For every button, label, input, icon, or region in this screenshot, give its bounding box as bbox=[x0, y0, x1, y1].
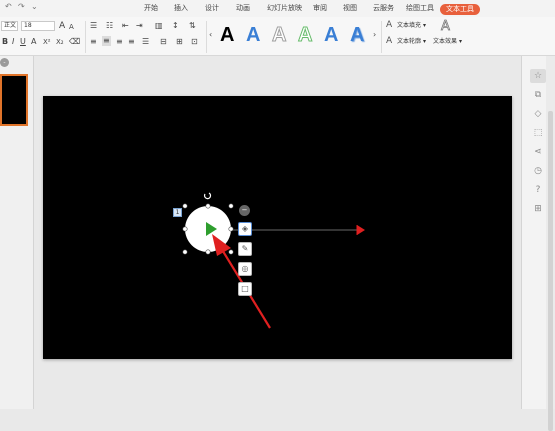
vertical-scrollbar[interactable] bbox=[546, 56, 555, 431]
property-icon[interactable]: ☆ bbox=[530, 69, 546, 83]
collapse-toolbar-icon[interactable]: − bbox=[239, 205, 250, 216]
layers-icon[interactable]: ◈ bbox=[238, 222, 252, 236]
resize-handle[interactable] bbox=[182, 249, 188, 255]
grid-icon[interactable]: ⊞ bbox=[530, 202, 546, 216]
rotate-handle-icon[interactable] bbox=[203, 192, 212, 200]
select-icon[interactable]: ⬚ bbox=[530, 126, 546, 140]
help-icon[interactable]: ? bbox=[530, 183, 546, 197]
resize-handle[interactable] bbox=[228, 203, 234, 209]
resize-handle[interactable] bbox=[205, 203, 211, 209]
resize-handle[interactable] bbox=[205, 249, 211, 255]
pen-icon[interactable]: ✎ bbox=[238, 242, 252, 256]
outline-icon[interactable]: □ bbox=[238, 282, 252, 296]
shapes-icon[interactable]: ◇ bbox=[530, 107, 546, 121]
resize-handle[interactable] bbox=[182, 226, 188, 232]
resize-handle[interactable] bbox=[182, 203, 188, 209]
resize-handle[interactable] bbox=[228, 249, 234, 255]
history-icon[interactable]: ◷ bbox=[530, 164, 546, 178]
animation-order-badge: 1 bbox=[173, 208, 182, 217]
slide-overlay bbox=[182, 192, 365, 329]
line-end-arrow bbox=[357, 225, 365, 235]
resize-handle[interactable] bbox=[228, 226, 234, 232]
share-icon[interactable]: ⋖ bbox=[530, 145, 546, 159]
copy-format-icon[interactable]: ⧉ bbox=[530, 88, 546, 102]
scrollbar-thumb[interactable] bbox=[548, 111, 553, 431]
fill-bucket-icon[interactable]: ◎ bbox=[238, 262, 252, 276]
